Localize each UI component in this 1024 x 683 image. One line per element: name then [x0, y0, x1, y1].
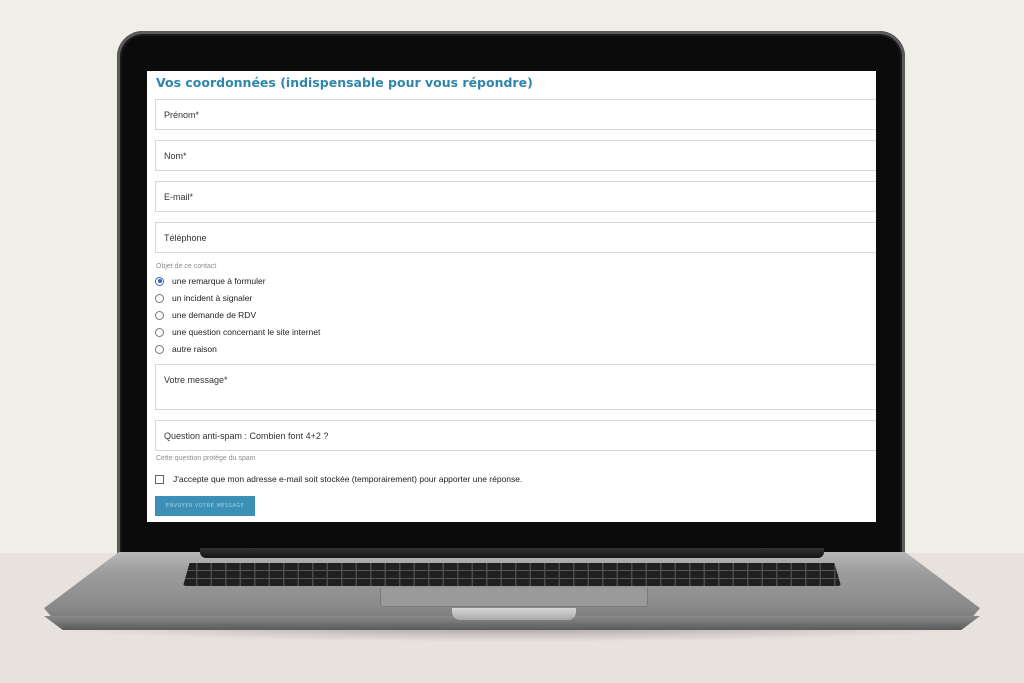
subject-option-label: une remarque à formuler [172, 276, 266, 286]
email-field[interactable]: E-mail* [155, 181, 876, 212]
consent-checkbox[interactable] [155, 474, 164, 484]
antispam-field[interactable]: Question anti-spam : Combien font 4+2 ? [155, 420, 876, 451]
subject-option[interactable]: une remarque à formuler [155, 275, 266, 287]
subject-label: Objet de ce contact [156, 263, 217, 270]
subject-option-label: autre raison [172, 344, 217, 354]
subject-option-label: un incident à signaler [172, 293, 253, 303]
subject-option-label: une question concernant le site internet [172, 327, 321, 337]
radio-checked-icon[interactable] [155, 276, 164, 286]
laptop-notch [452, 608, 576, 620]
subject-option[interactable]: une demande de RDV [155, 309, 256, 321]
antispam-placeholder: Question anti-spam : Combien font 4+2 ? [164, 431, 329, 441]
phone-field[interactable]: Téléphone [155, 222, 876, 253]
radio-icon[interactable] [155, 293, 164, 303]
antispam-hint: Cette question protège du spam [156, 455, 256, 462]
radio-icon[interactable] [155, 327, 164, 337]
subject-option-label: une demande de RDV [172, 310, 257, 320]
firstname-field[interactable]: Prénom* [155, 99, 876, 130]
radio-icon[interactable] [155, 310, 164, 320]
subject-option[interactable]: un incident à signaler [155, 292, 252, 304]
lastname-field[interactable]: Nom* [155, 140, 876, 171]
laptop-screen: Vos coordonnées (indispensable pour vous… [147, 71, 876, 522]
form-title: Vos coordonnées (indispensable pour vous… [156, 75, 533, 90]
subject-option[interactable]: une question concernant le site internet [155, 326, 320, 338]
subject-option[interactable]: autre raison [155, 343, 217, 355]
laptop-trackpad [380, 588, 648, 607]
lastname-placeholder: Nom* [164, 151, 187, 161]
consent-label: J'accepte que mon adresse e-mail soit st… [173, 474, 523, 484]
message-textarea[interactable]: Votre message* [155, 364, 876, 410]
consent-row[interactable]: J'accepte que mon adresse e-mail soit st… [155, 474, 522, 484]
message-placeholder: Votre message* [164, 375, 228, 385]
firstname-placeholder: Prénom* [164, 110, 200, 120]
radio-icon[interactable] [155, 344, 164, 354]
email-placeholder: E-mail* [164, 192, 194, 202]
laptop-keyboard [183, 563, 841, 586]
phone-placeholder: Téléphone [164, 233, 207, 243]
laptop-hinge [200, 548, 824, 558]
submit-button[interactable]: ENVOYER VOTRE MESSAGE [155, 496, 255, 516]
